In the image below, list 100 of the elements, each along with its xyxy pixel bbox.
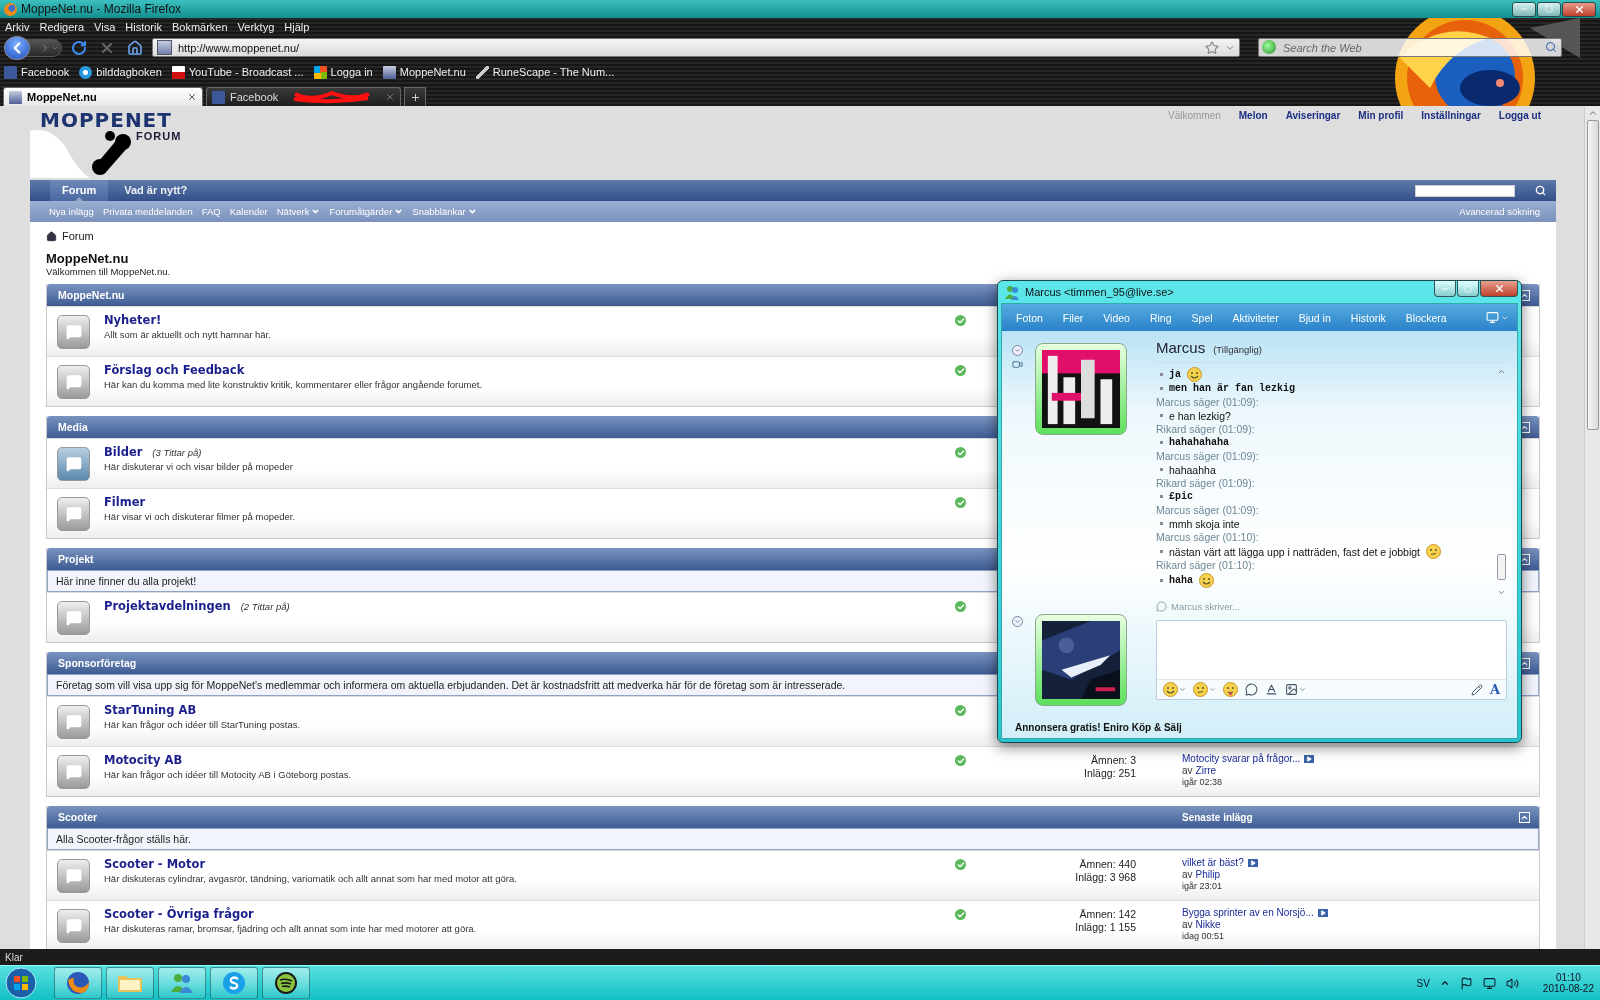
start-button[interactable] <box>2 966 40 1000</box>
logo-title[interactable]: MOPPENET <box>40 110 172 130</box>
welcome-text: Välkommen <box>1167 110 1221 121</box>
menu-item[interactable]: Bokmärken <box>171 20 228 33</box>
user-menu-link[interactable]: Aviseringar <box>1285 110 1341 121</box>
flag-icon[interactable] <box>1459 976 1473 990</box>
ad-link[interactable]: Annonsera gratis! Eniro Köp & Sälj <box>1002 716 1517 738</box>
menu-item[interactable]: Arkiv <box>5 20 30 33</box>
user-menu-link[interactable]: Melon <box>1238 110 1268 121</box>
font-button[interactable]: A <box>1489 682 1500 697</box>
search-icon[interactable] <box>1545 41 1557 53</box>
bookmark-link[interactable]: Facebook <box>4 65 70 79</box>
caret-icon[interactable] <box>1439 978 1450 988</box>
web-search-field[interactable]: Search the Web <box>1258 38 1562 57</box>
home-icon[interactable] <box>46 230 57 242</box>
handwriting-button[interactable] <box>1470 683 1483 696</box>
forum-title-link[interactable]: Nyheter! <box>104 313 162 327</box>
forum-search-field[interactable] <box>1415 184 1515 197</box>
browser-tab[interactable]: MoppeNet.nu <box>3 87 203 106</box>
search-icon[interactable] <box>1535 185 1546 196</box>
background-picture-button[interactable] <box>1285 683 1306 696</box>
breadcrumb-link[interactable]: Forum <box>62 230 94 242</box>
forward-button[interactable] <box>26 38 62 57</box>
go-to-post-icon[interactable] <box>1247 858 1258 867</box>
forum-title-link[interactable]: Scooter - Övriga frågor <box>104 907 254 921</box>
scrollbar-thumb[interactable] <box>1496 554 1506 580</box>
expand-button[interactable] <box>1012 616 1023 627</box>
forum-title-link[interactable]: Bilder <box>104 445 143 459</box>
avatar-frame[interactable] <box>1035 614 1127 706</box>
text-format-button[interactable] <box>1265 683 1278 696</box>
scrollbar[interactable] <box>1584 106 1600 949</box>
wink-button[interactable] <box>1193 682 1216 697</box>
forum-title-link[interactable]: Förslag och Feedback <box>104 363 245 377</box>
bookmark-link[interactable]: bilddagboken <box>79 65 162 79</box>
menu-item[interactable]: Historik <box>125 20 162 33</box>
user-menu-link[interactable]: Inställningar <box>1421 110 1481 121</box>
forum-title-link[interactable]: Projektavdelningen <box>104 599 231 613</box>
menu-item[interactable]: Redigera <box>39 20 85 33</box>
forum-title-link[interactable]: Scooter - Motor <box>104 857 206 871</box>
bookmark-link[interactable]: MoppeNet.nu <box>382 65 466 79</box>
scrollbar[interactable] <box>1495 367 1507 597</box>
author-link[interactable]: Philip <box>1195 869 1221 880</box>
user-menu-link[interactable]: Min profil <box>1358 110 1404 121</box>
go-to-post-icon[interactable] <box>1304 754 1315 763</box>
menu-item[interactable]: Verktyg <box>237 20 275 33</box>
address-field[interactable]: http://www.moppenet.nu/ <box>152 38 1240 57</box>
voice-clip-button[interactable] <box>1245 683 1258 696</box>
back-button[interactable] <box>4 35 30 60</box>
language-indicator[interactable]: SV <box>1416 977 1430 989</box>
clock[interactable]: 01:10 2010-08-22 <box>1542 972 1594 994</box>
close-button[interactable] <box>1480 281 1518 297</box>
forum-title-link[interactable]: StarTuning AB <box>104 703 197 717</box>
minimize-button[interactable] <box>1434 281 1456 297</box>
restore-button[interactable] <box>1537 1 1561 17</box>
image-icon <box>1285 683 1298 696</box>
avatar-frame[interactable] <box>1035 343 1127 435</box>
maximize-button[interactable] <box>1457 281 1479 297</box>
nudge-button[interactable] <box>1223 682 1238 697</box>
author-link[interactable]: Zirre <box>1195 765 1217 776</box>
last-post-link[interactable]: vilket är bäst? <box>1182 857 1244 868</box>
expand-button[interactable] <box>1012 345 1023 356</box>
taskbar-app-button[interactable] <box>262 967 310 999</box>
last-post-link[interactable]: Motocity svarar på frågor... <box>1182 753 1301 764</box>
section-title[interactable]: Media <box>58 421 88 433</box>
section-title[interactable]: Projekt <box>58 553 94 565</box>
bookmark-link[interactable]: YouTube - Broadcast ... <box>171 65 304 79</box>
bookmark-link[interactable]: Logga in <box>313 65 373 79</box>
webcam-icon[interactable] <box>1012 359 1023 370</box>
section-title[interactable]: Scooter <box>58 811 98 823</box>
scroll-up-icon[interactable] <box>1496 367 1506 376</box>
scroll-down-icon[interactable] <box>1496 588 1506 597</box>
section-title[interactable]: MoppeNet.nu <box>58 289 125 301</box>
last-post-link[interactable]: Bygga sprinter av en Norsjö... <box>1182 907 1314 918</box>
smiley-icon <box>1223 682 1238 697</box>
new-tab-button[interactable] <box>404 87 426 106</box>
section-title[interactable]: Sponsorföretag <box>58 657 137 669</box>
bullet-icon <box>1160 414 1163 418</box>
forum-title-link[interactable]: Filmer <box>104 495 146 509</box>
close-button[interactable] <box>1562 1 1596 17</box>
network-icon[interactable] <box>1482 976 1496 990</box>
go-to-post-icon[interactable] <box>1317 908 1328 917</box>
close-tab-button[interactable] <box>187 92 197 102</box>
nav-tab[interactable]: Vad är nytt? <box>112 180 200 201</box>
collapse-button[interactable] <box>1519 811 1530 823</box>
emoticon-button[interactable] <box>1163 682 1186 697</box>
minimize-button[interactable] <box>1512 1 1536 17</box>
forum-title-link[interactable]: Motocity AB <box>104 753 183 767</box>
nav-tab[interactable]: Forum <box>50 180 109 201</box>
forum-description: Här diskuteras ramar, bromsar, fjädring och allt annat som inte har med motorer att göra. <box>104 923 477 934</box>
browser-tab[interactable]: Facebook <box>206 87 401 106</box>
author-link[interactable]: Nikke <box>1195 919 1221 930</box>
close-tab-button[interactable] <box>385 92 395 102</box>
menu-item[interactable]: Hjälp <box>284 20 310 33</box>
star-icon[interactable] <box>1205 40 1219 55</box>
user-menu-link[interactable]: Logga ut <box>1498 110 1541 121</box>
scrollbar-thumb[interactable] <box>1586 120 1599 430</box>
volume-icon[interactable] <box>1505 976 1519 990</box>
bookmark-link[interactable]: RuneScape - The Num... <box>475 65 615 79</box>
display-menu-icon[interactable] <box>1486 311 1509 324</box>
menu-item[interactable]: Visa <box>94 20 116 33</box>
